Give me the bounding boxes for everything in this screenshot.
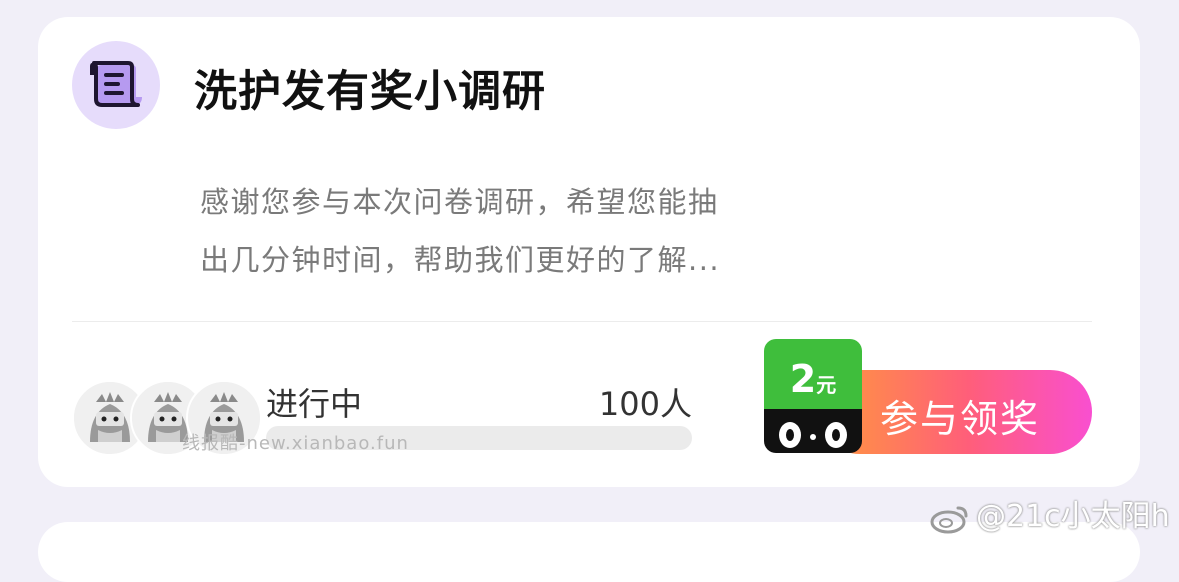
join-reward-label: 参与领奖: [880, 397, 1041, 441]
reward-number: 2: [789, 357, 817, 401]
survey-title: 洗护发有奖小调研: [194, 67, 546, 117]
survey-card[interactable]: 洗护发有奖小调研 感谢您参与本次问卷调研，希望您能抽 出几分钟时间，帮助我们更好…: [38, 17, 1140, 487]
status-label: 进行中: [266, 385, 363, 423]
reward-amount: 2元: [764, 357, 862, 401]
description-line: 感谢您参与本次问卷调研，希望您能抽: [200, 185, 719, 219]
weibo-icon: [930, 506, 968, 533]
description-line: 出几分钟时间，帮助我们更好的了解...: [200, 243, 721, 277]
reward-badge: 2元: [764, 339, 862, 453]
weibo-handle: @21c小太阳h: [976, 499, 1170, 534]
survey-description: 感谢您参与本次问卷调研，希望您能抽 出几分钟时间，帮助我们更好的了解...: [200, 173, 800, 289]
participant-count: 100人: [598, 385, 692, 423]
scroll-icon: [72, 41, 160, 129]
reward-unit: 元: [816, 373, 837, 397]
weibo-watermark: @21c小太阳h: [930, 491, 1170, 535]
watermark: 线报酷-new.xianbao.fun: [182, 433, 409, 454]
divider: [72, 321, 1092, 322]
